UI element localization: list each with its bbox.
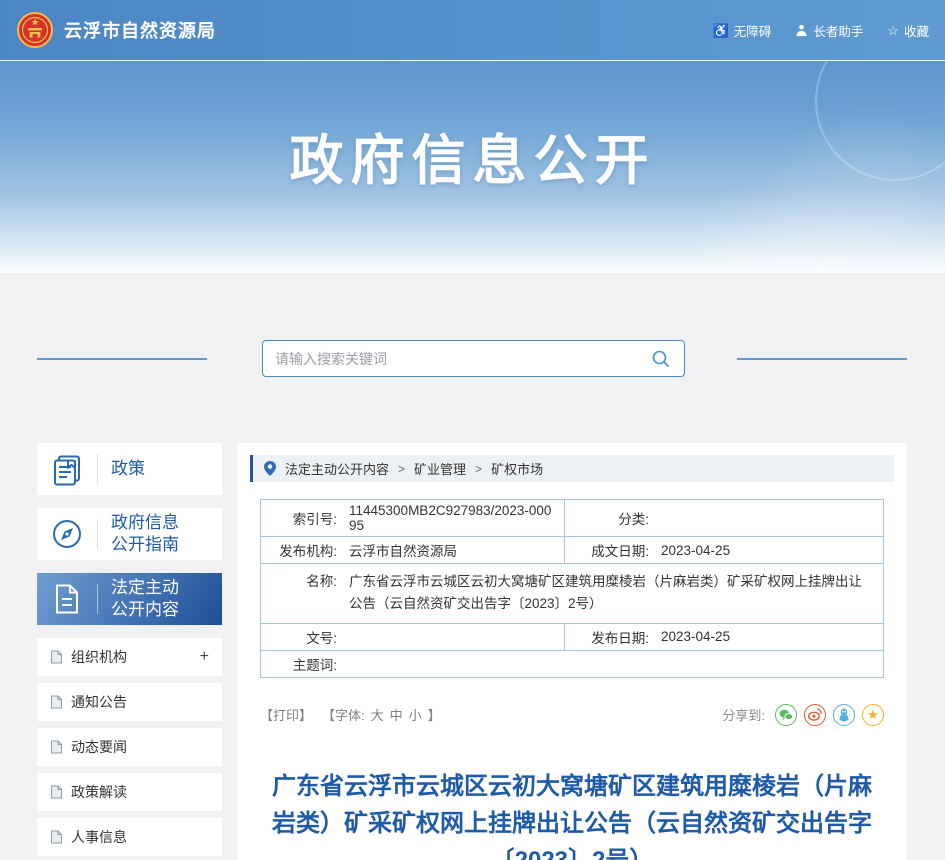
- breadcrumb-separator: >: [475, 461, 483, 476]
- table-row: 名称: 广东省云浮市云城区云初大窝塘矿区建筑用糜棱岩（片麻岩类）矿采矿权网上挂牌…: [260, 563, 884, 624]
- search-section: [0, 340, 945, 377]
- written-date-label: 成文日期:: [591, 544, 650, 559]
- wechat-icon: [779, 709, 793, 720]
- article-title: 广东省云浮市云城区云初大窝塘矿区建筑用糜棱岩（片麻岩类）矿采矿权网上挂牌出让公告…: [272, 772, 872, 860]
- document-name-value: 广东省云浮市云城区云初大窝塘矿区建筑用糜棱岩（片麻岩类）矿采矿权网上挂牌出让公告…: [349, 574, 862, 612]
- table-row: 文号: 发布日期: 2023-04-25: [259, 622, 884, 651]
- accessibility-link[interactable]: ♿ 无障碍: [713, 21, 772, 40]
- font-group-open: 【字体:: [322, 708, 365, 724]
- search-input[interactable]: [275, 350, 650, 367]
- sidebar-item-statutory-disclosure[interactable]: 法定主动公开内容: [37, 573, 222, 625]
- qzone-star-icon: ★: [867, 707, 879, 723]
- sidebar-item-label: 法定主动公开内容: [111, 577, 179, 619]
- sidebar-item-policy[interactable]: 政策: [37, 443, 222, 495]
- font-size-small-button[interactable]: 小: [409, 705, 422, 724]
- sidebar-item-info-guide[interactable]: 政府信息公开指南: [37, 508, 222, 560]
- sidebar-item-news[interactable]: 动态要闻: [37, 728, 222, 766]
- issuing-agency-value: 云浮市自然资源局: [349, 544, 457, 559]
- print-button[interactable]: 【打印】: [260, 705, 312, 724]
- index-number-label: 索引号:: [292, 512, 337, 527]
- sidebar-item-label: 政府信息公开指南: [111, 512, 179, 554]
- sidebar-item-personnel[interactable]: 人事信息: [37, 818, 222, 856]
- written-date-value: 2023-04-25: [661, 542, 731, 558]
- issuing-agency-label: 发布机构:: [279, 544, 337, 559]
- content-area: 政策 政府信息公开指南 法定主动公开内容 组织机构 + 通知公告 动态要闻 政策…: [37, 443, 907, 860]
- expand-plus-icon[interactable]: +: [200, 648, 209, 666]
- font-size-control: 【字体: 大 中 小 】: [322, 705, 441, 724]
- location-pin-icon: [264, 461, 276, 476]
- book-icon: [37, 452, 97, 486]
- elder-assistant-link[interactable]: 长者助手: [795, 21, 863, 40]
- main-panel: 法定主动公开内容 > 矿业管理 > 矿权市场 索引号: 11445300MB2C…: [237, 443, 907, 860]
- header-links: ♿ 无障碍 长者助手 ☆ 收藏: [689, 21, 929, 40]
- weibo-icon: [808, 708, 822, 721]
- search-box: [262, 340, 685, 377]
- breadcrumb-item-mining-rights-market[interactable]: 矿权市场: [491, 459, 543, 478]
- share-wechat-button[interactable]: [775, 703, 797, 726]
- category-label: 分类:: [618, 512, 650, 527]
- publish-date-label: 发布日期:: [591, 630, 650, 646]
- index-number-value: 11445300MB2C927983/2023-00095: [349, 503, 552, 533]
- divider: [97, 454, 98, 484]
- breadcrumb-item-mining-management[interactable]: 矿业管理: [414, 459, 466, 478]
- breadcrumb: 法定主动公开内容 > 矿业管理 > 矿权市场: [250, 455, 894, 482]
- page-banner: 政府信息公开: [0, 60, 945, 273]
- favorite-link[interactable]: ☆ 收藏: [887, 21, 929, 40]
- accessibility-icon: ♿: [712, 22, 729, 38]
- table-row: 主题词:: [260, 649, 884, 678]
- sidebar-sub-label: 通知公告: [71, 694, 127, 710]
- sidebar-sub-label: 人事信息: [71, 829, 127, 845]
- share-qq-button[interactable]: [833, 703, 855, 726]
- document-name-label: 名称:: [306, 574, 337, 589]
- page-icon: [51, 785, 62, 799]
- search-button[interactable]: [650, 348, 672, 370]
- banner-title: 政府信息公开: [289, 131, 656, 191]
- search-icon: [652, 350, 670, 367]
- sidebar-item-organization[interactable]: 组织机构 +: [37, 638, 222, 676]
- qq-icon: [839, 708, 849, 722]
- breadcrumb-separator: >: [398, 461, 406, 476]
- search-decor-line-left: [37, 357, 207, 360]
- star-icon: ☆: [887, 22, 899, 38]
- page-icon: [51, 740, 62, 754]
- article-toolbar: 【打印】 【字体: 大 中 小 】 分享到: ★: [260, 703, 884, 726]
- sidebar: 政策 政府信息公开指南 法定主动公开内容 组织机构 + 通知公告 动态要闻 政策…: [37, 443, 222, 860]
- site-title: 云浮市自然资源局: [64, 21, 216, 41]
- publish-date-value: 2023-04-25: [661, 629, 731, 645]
- font-group-close: 】: [427, 708, 441, 724]
- share-qzone-button[interactable]: ★: [862, 703, 884, 726]
- site-logo-home-link[interactable]: 云浮市自然资源局: [16, 11, 216, 49]
- font-size-medium-button[interactable]: 中: [390, 705, 403, 724]
- page-icon: [51, 695, 62, 709]
- keywords-label: 主题词:: [292, 657, 337, 673]
- sidebar-sub-label: 动态要闻: [71, 739, 127, 755]
- table-row: 发布机构: 云浮市自然资源局 成文日期: 2023-04-25: [259, 536, 884, 564]
- share-bar: 分享到: ★: [722, 703, 884, 726]
- document-info-table: 索引号: 11445300MB2C927983/2023-00095 分类: 发…: [259, 499, 884, 678]
- sidebar-item-policy-interpretation[interactable]: 政策解读: [37, 773, 222, 811]
- font-size-large-button[interactable]: 大: [371, 705, 384, 724]
- document-icon: [37, 582, 97, 616]
- top-header-bar: 云浮市自然资源局 ♿ 无障碍 长者助手 ☆ 收藏: [0, 0, 945, 60]
- sidebar-item-notices[interactable]: 通知公告: [37, 683, 222, 721]
- share-label: 分享到:: [722, 708, 765, 724]
- table-row: 索引号: 11445300MB2C927983/2023-00095 分类:: [259, 499, 884, 537]
- search-decor-line-right: [737, 357, 907, 360]
- document-number-label: 文号:: [306, 630, 337, 646]
- divider: [97, 584, 98, 614]
- sidebar-item-label: 政策: [111, 458, 145, 478]
- share-weibo-button[interactable]: [804, 703, 826, 726]
- page-icon: [51, 650, 62, 664]
- sidebar-sub-label: 政策解读: [71, 784, 127, 800]
- compass-icon: [37, 517, 97, 551]
- page-icon: [51, 830, 62, 844]
- national-emblem-logo: [17, 12, 53, 48]
- elder-assistant-icon: [796, 24, 807, 36]
- divider: [97, 519, 98, 549]
- breadcrumb-item-statutory[interactable]: 法定主动公开内容: [285, 459, 389, 478]
- sidebar-sub-label: 组织机构: [71, 649, 127, 665]
